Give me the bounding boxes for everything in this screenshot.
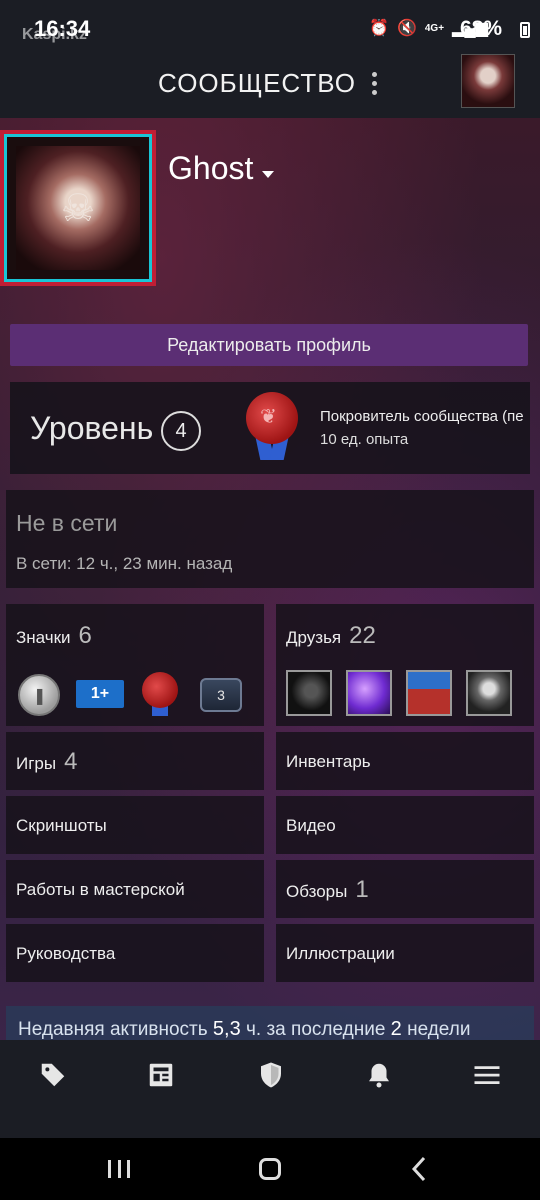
- workshop-label: Работы в мастерской: [16, 880, 185, 899]
- featured-badge-name: Покровитель сообщества (пе: [320, 408, 524, 425]
- profile-name[interactable]: Ghost: [168, 150, 253, 187]
- badges-row: ❚ 1+ 3: [16, 670, 266, 716]
- friends-label: Друзья 22: [286, 622, 376, 649]
- header-avatar[interactable]: [461, 54, 515, 108]
- pillar-badge-icon[interactable]: ❚: [18, 674, 60, 716]
- recent-apps-icon[interactable]: [108, 1160, 130, 1178]
- level-label: Уровень: [30, 410, 154, 446]
- seal-badge-small-icon[interactable]: [140, 672, 180, 716]
- inventory-tile[interactable]: Инвентарь: [276, 732, 534, 790]
- level-value: 4: [161, 411, 201, 451]
- avatar-image: ☠: [16, 146, 140, 270]
- guides-tile[interactable]: Руководства: [6, 924, 264, 982]
- tag-icon[interactable]: [38, 1060, 78, 1100]
- years-badge-icon[interactable]: 1+: [76, 680, 124, 708]
- profile-content: ☠ Ghost Редактировать профиль Уровень 4 …: [0, 118, 540, 1040]
- badges-tile[interactable]: Значки 6 ❚ 1+ 3: [6, 604, 264, 726]
- profile-avatar[interactable]: ☠: [0, 130, 156, 286]
- friend-avatar[interactable]: [346, 670, 392, 716]
- level-badge-icon[interactable]: 3: [200, 678, 242, 712]
- edit-profile-button[interactable]: Редактировать профиль: [10, 324, 528, 366]
- friend-avatar[interactable]: [466, 670, 512, 716]
- friend-avatar[interactable]: [286, 670, 332, 716]
- battery-icon: [520, 22, 530, 38]
- recent-activity-header: Недавняя активность 5,3 ч. за последние …: [6, 1006, 534, 1040]
- online-status-panel: Не в сети В сети: 12 ч., 23 мин. назад: [6, 490, 534, 588]
- games-tile[interactable]: Игры 4: [6, 732, 264, 790]
- alarm-icon: ⏰: [369, 20, 389, 37]
- videos-label: Видео: [286, 816, 336, 835]
- skull-icon: ☠: [61, 188, 96, 230]
- news-icon[interactable]: [146, 1060, 186, 1100]
- friends-row: [286, 670, 536, 718]
- badges-label: Значки 6: [16, 622, 92, 649]
- app-header: СООБЩЕСТВО: [0, 54, 540, 118]
- network-label: 4G+: [424, 22, 445, 34]
- friends-tile[interactable]: Друзья 22: [276, 604, 534, 726]
- last-online: В сети: 12 ч., 23 мин. назад: [16, 554, 233, 573]
- featured-badge-xp: 10 ед. опыта: [320, 431, 409, 448]
- watermark: Kaspi.kz: [22, 26, 87, 43]
- artwork-label: Иллюстрации: [286, 944, 395, 963]
- battery-percent: 68%: [459, 17, 502, 40]
- bottom-tab-bar: [0, 1040, 540, 1138]
- level-panel[interactable]: Уровень 4 ❦ Покровитель сообщества (пе 1…: [10, 382, 530, 474]
- screenshots-tile[interactable]: Скриншоты: [6, 796, 264, 854]
- reviews-label: Обзоры 1: [286, 876, 369, 903]
- artwork-tile[interactable]: Иллюстрации: [276, 924, 534, 982]
- videos-tile[interactable]: Видео: [276, 796, 534, 854]
- back-icon[interactable]: [410, 1156, 428, 1182]
- games-label: Игры 4: [16, 748, 78, 775]
- status-bar: 16:34 Kaspi.kz ⏰ 🔇 4G+ ▂▄▆ 68%: [0, 0, 540, 60]
- seal-badge-icon: ❦: [242, 392, 302, 462]
- shield-icon[interactable]: [256, 1060, 296, 1100]
- system-nav-bar: [0, 1138, 540, 1200]
- more-options-icon[interactable]: [368, 70, 380, 96]
- bell-icon[interactable]: [364, 1060, 404, 1100]
- guides-label: Руководства: [16, 944, 116, 963]
- caret-down-icon[interactable]: [262, 171, 274, 178]
- screenshots-label: Скриншоты: [16, 816, 107, 835]
- menu-icon[interactable]: [472, 1060, 512, 1100]
- mute-icon: 🔇: [396, 20, 417, 37]
- inventory-label: Инвентарь: [286, 752, 371, 771]
- status-state: Не в сети: [16, 510, 118, 536]
- workshop-tile[interactable]: Работы в мастерской: [6, 860, 264, 918]
- home-icon[interactable]: [259, 1158, 281, 1180]
- page-title: СООБЩЕСТВО: [158, 68, 356, 98]
- friend-avatar[interactable]: [406, 670, 452, 716]
- reviews-tile[interactable]: Обзоры 1: [276, 860, 534, 918]
- recent-activity-text: Недавняя активность 5,3 ч. за последние …: [18, 1018, 471, 1040]
